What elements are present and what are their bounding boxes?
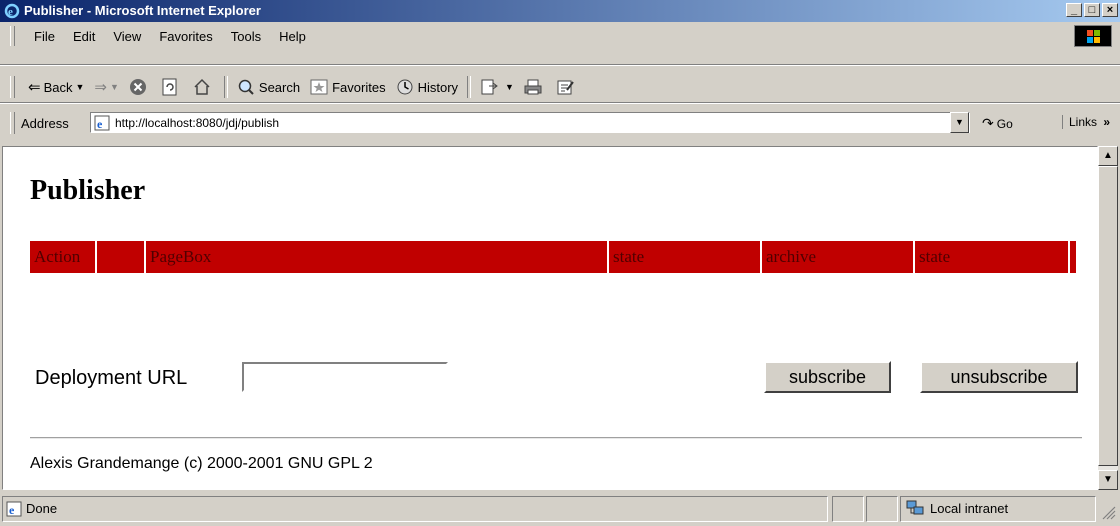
close-button[interactable]: × [1102,3,1118,17]
standard-toolbar: ⇐ Back ▼ ⇒ ▼ Search Favorites History ▼ [10,72,583,102]
header-pagebox: PageBox [146,241,607,273]
svg-text:e: e [8,6,13,18]
forward-button[interactable]: ⇒ ▼ [89,75,124,99]
menu-tools[interactable]: Tools [222,29,270,44]
resize-grip-icon[interactable] [1100,504,1116,520]
back-label: Back [43,79,73,95]
address-url: http://localhost:8080/jdj/publish [115,116,280,130]
header-action: Action [30,241,95,273]
local-intranet-icon [906,500,924,515]
menu-help[interactable]: Help [270,29,315,44]
title-bar: e Publisher - Microsoft Internet Explore… [0,0,1120,22]
address-dropdown-icon[interactable]: ▼ [950,112,969,133]
go-arrow-icon: ↷ [982,115,994,131]
windows-logo-icon [1074,25,1112,47]
refresh-icon [162,78,177,96]
menu-view[interactable]: View [104,29,150,44]
menu-edit[interactable]: Edit [64,29,104,44]
forward-arrow-icon: ⇒ [94,79,107,96]
toolbar-grip[interactable] [10,76,15,98]
home-icon [194,78,210,95]
scroll-down-icon[interactable]: ▼ [1098,470,1118,490]
status-text: Done [26,501,58,516]
print-icon [524,79,542,95]
toolbar-separator [223,76,228,98]
page-title: Publisher [30,175,146,206]
search-icon [238,79,254,95]
mail-icon [481,79,498,95]
mail-dropdown-icon[interactable]: ▼ [505,82,514,92]
footer-copyright: Alexis Grandemange (c) 2000-2001 GNU GPL… [30,455,373,472]
links-label: Links [1069,115,1098,129]
favorites-label: Favorites [332,79,386,95]
deployment-url-input[interactable] [242,362,448,392]
history-label: History [417,79,459,95]
stop-button[interactable] [124,75,156,99]
status-panel-lock [866,496,898,522]
refresh-button[interactable] [156,75,188,99]
links-button[interactable]: Links » [1062,115,1110,129]
unsubscribe-button[interactable]: unsubscribe [920,361,1078,393]
ie-logo-icon: e [4,3,20,19]
back-arrow-icon: ⇐ [28,79,41,96]
subscribe-button[interactable]: subscribe [764,361,891,393]
chevron-right-icon: » [1103,115,1111,129]
maximize-button[interactable]: □ [1084,3,1100,17]
back-dropdown-icon[interactable]: ▼ [75,82,84,92]
go-button[interactable]: ↷ Go [982,115,1013,132]
history-button[interactable]: History [391,75,463,99]
edit-button[interactable] [551,75,583,99]
favorites-button[interactable]: Favorites [305,75,390,99]
header-state: state [609,241,760,273]
status-panel-progress [832,496,864,522]
back-button[interactable]: ⇐ Back ▼ [23,75,89,99]
minimize-button[interactable]: _ [1066,3,1082,17]
scroll-up-icon[interactable]: ▲ [1098,146,1118,166]
stop-icon [129,79,146,95]
go-label: Go [996,116,1013,131]
vertical-scrollbar[interactable]: ▲ ▼ [1098,146,1118,490]
header-state-2: state [915,241,1068,273]
search-label: Search [258,79,301,95]
toolbar-divider [0,102,1120,104]
favorites-star-icon [310,79,328,95]
mail-button[interactable]: ▼ [475,75,519,99]
svg-text:e: e [9,503,15,517]
window-title: Publisher - Microsoft Internet Explorer [24,3,261,18]
print-button[interactable] [519,75,551,99]
address-bar: Address e http://localhost:8080/jdj/publ… [10,108,1118,138]
header-end [1070,241,1076,273]
toolbar-separator [467,76,472,98]
svg-text:e: e [97,117,103,131]
page-done-icon: e [6,501,22,517]
header-blank [97,241,144,273]
history-icon [397,79,413,95]
page-viewport: Publisher Action PageBox state archive s… [2,146,1098,490]
menu-file[interactable]: File [25,29,64,44]
scroll-thumb[interactable] [1098,166,1118,466]
address-grip[interactable] [10,112,15,134]
toolbar-divider [0,64,1120,66]
address-label: Address [21,115,69,131]
deployment-url-label: Deployment URL [35,367,188,389]
menu-grip[interactable] [10,26,15,46]
home-button[interactable] [188,75,220,99]
status-bar: e Done Local intranet [0,494,1120,526]
status-panel [2,496,828,522]
address-input[interactable]: e http://localhost:8080/jdj/publish [90,112,970,133]
horizontal-rule [30,437,1082,439]
search-button[interactable]: Search [232,75,305,99]
edit-icon [557,80,574,95]
page-icon: e [94,115,110,131]
forward-dropdown-icon[interactable]: ▼ [110,82,119,92]
menu-favorites[interactable]: Favorites [150,29,221,44]
zone-text: Local intranet [930,501,1009,516]
header-archive: archive [762,241,913,273]
pagebox-table-header: Action PageBox state archive state [30,241,1078,273]
